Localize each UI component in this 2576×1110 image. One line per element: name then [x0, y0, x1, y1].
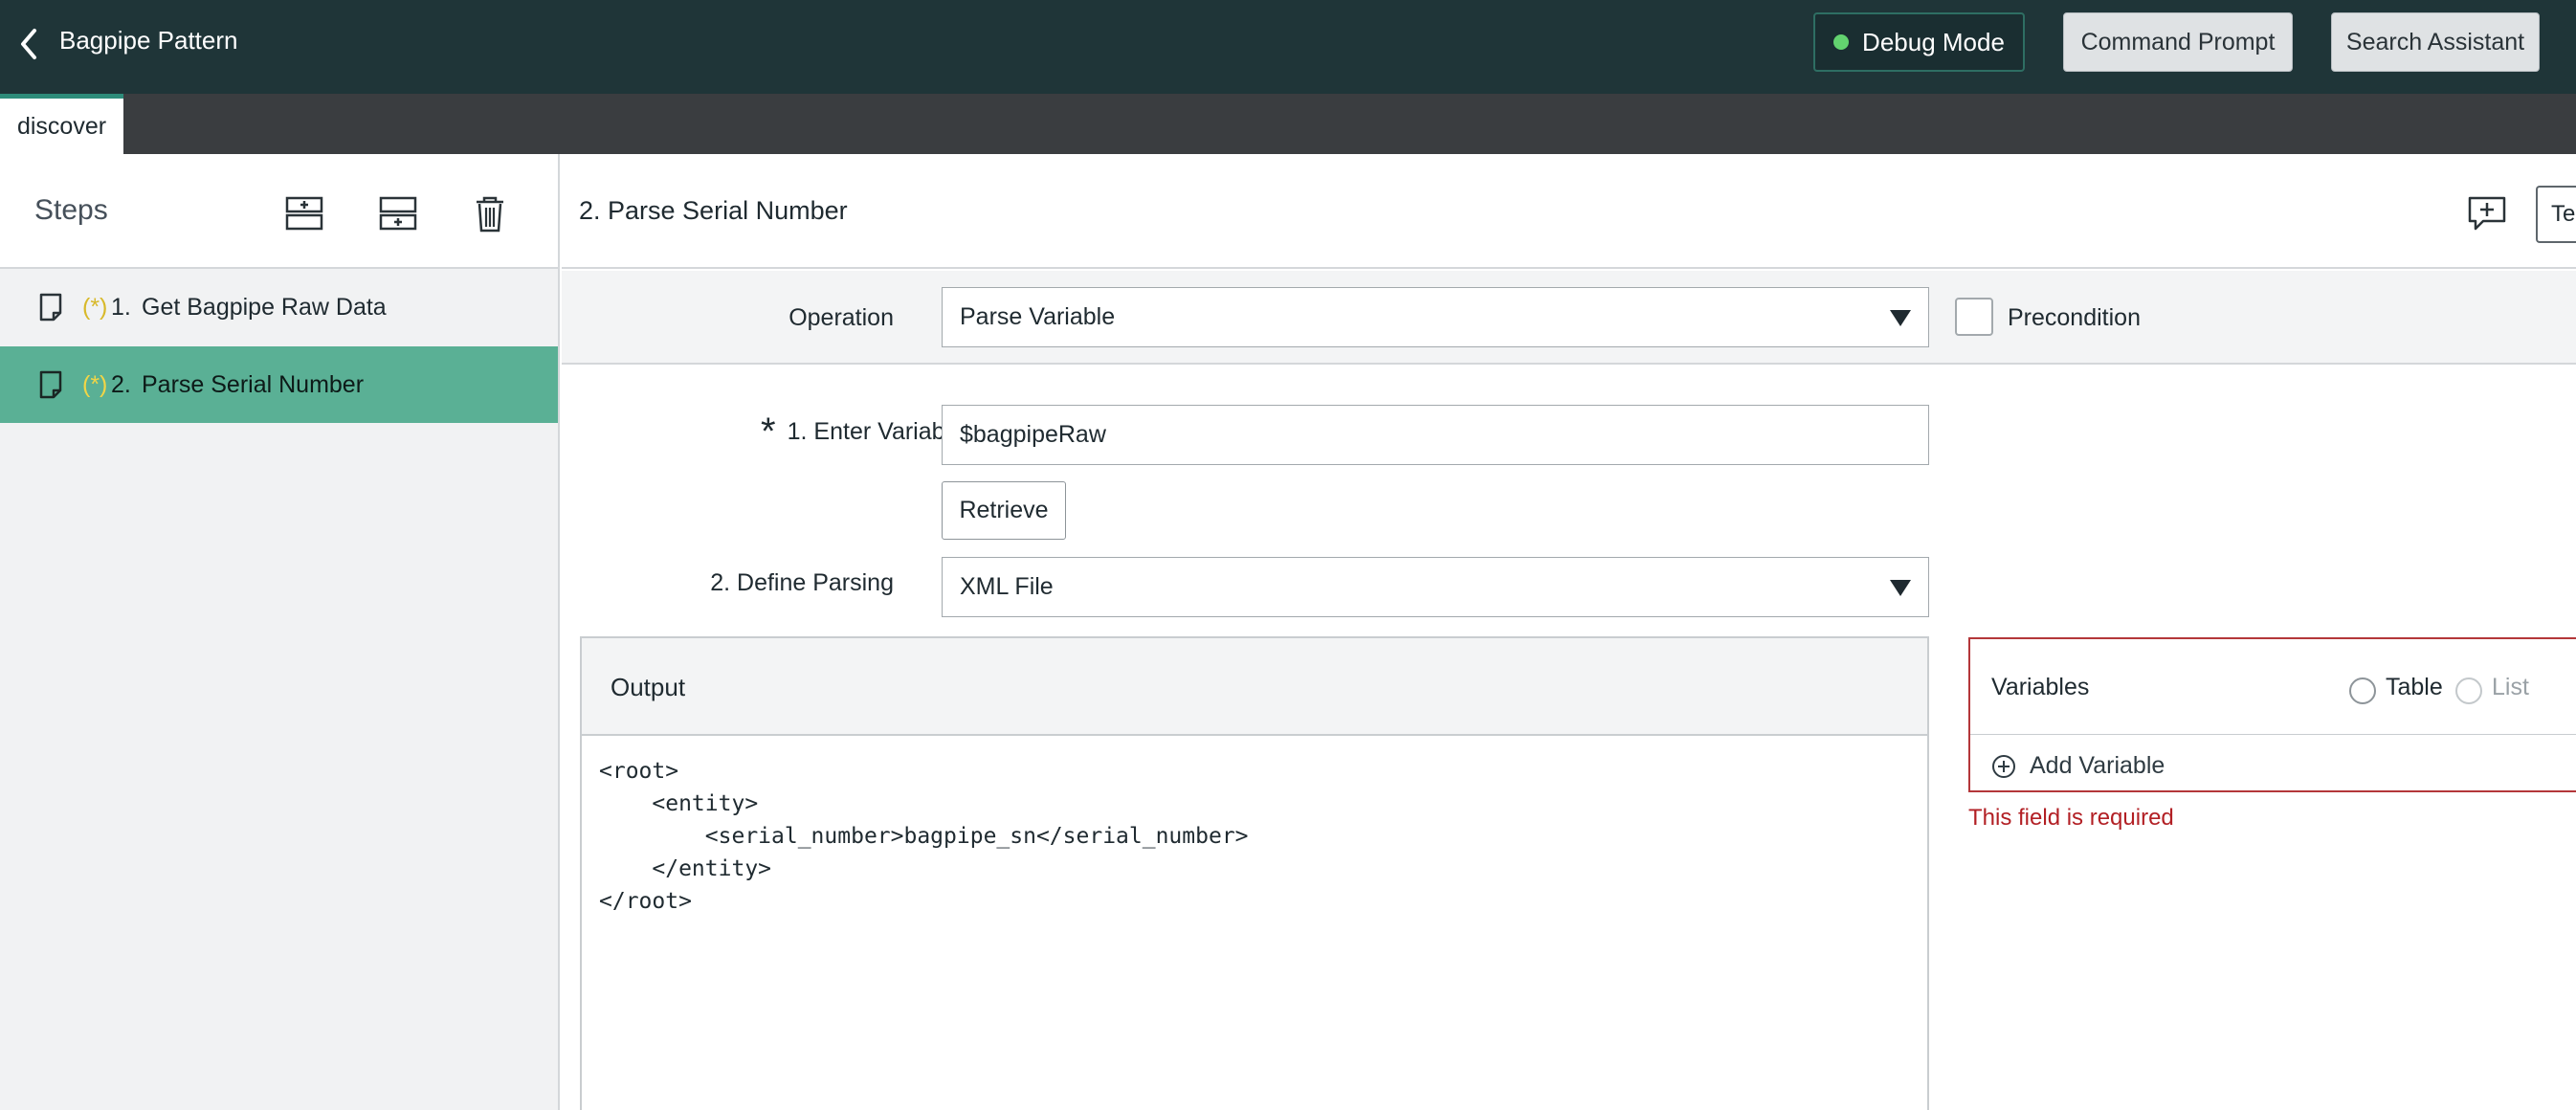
output-label: Output [611, 673, 686, 701]
enter-variable-label-group: * 1. Enter Variable [677, 411, 964, 453]
page-title: Bagpipe Pattern [59, 26, 238, 55]
step-item-2[interactable]: (*) 2. Parse Serial Number [0, 346, 558, 423]
document-icon [38, 292, 63, 329]
output-header: Output [582, 638, 1927, 736]
define-parsing-select[interactable]: XML File [942, 557, 1929, 617]
step-label: Parse Serial Number [142, 370, 365, 398]
status-dot-icon [1833, 34, 1850, 50]
operation-select[interactable]: Parse Variable [942, 287, 1929, 347]
precondition-checkbox[interactable] [1955, 298, 1993, 336]
step-label: Get Bagpipe Raw Data [142, 293, 387, 321]
precondition-label: Precondition [2008, 304, 2141, 331]
test-button[interactable]: Te [2536, 186, 2576, 243]
steps-sidebar: Steps (*) 1. Get Bagpipe Raw Data (*) 2.… [0, 154, 560, 1110]
table-radio-label: Table [2386, 674, 2443, 700]
enter-variable-input[interactable]: $bagpipeRaw [942, 405, 1929, 465]
operation-row: Operation Parse Variable Precondition [562, 271, 2576, 365]
steps-title: Steps [34, 194, 108, 226]
step-title: 2. Parse Serial Number [579, 196, 848, 225]
list-radio-label: List [2492, 674, 2529, 700]
debug-mode-label: Debug Mode [1862, 27, 2005, 56]
trash-icon[interactable] [469, 192, 511, 234]
define-parsing-label: 2. Define Parsing [710, 569, 894, 596]
add-circle-icon [1992, 754, 2015, 778]
retrieve-button[interactable]: Retrieve [942, 481, 1066, 540]
table-radio[interactable] [2349, 677, 2376, 704]
insert-step-below-icon[interactable] [377, 192, 419, 234]
step-editor-header: 2. Parse Serial Number Te [562, 154, 2576, 269]
step-marker: (*) [82, 293, 108, 321]
step-marker: (*) [82, 370, 108, 398]
dropdown-arrow-icon [1890, 580, 1911, 596]
debug-mode-button[interactable]: Debug Mode [1813, 12, 2025, 72]
steps-header: Steps [0, 154, 558, 269]
search-assistant-button[interactable]: Search Assistant [2331, 12, 2540, 72]
tab-discover[interactable]: discover [0, 94, 123, 154]
step-number: 1. [111, 293, 131, 321]
output-code[interactable]: <root> <entity> <serial_number>bagpipe_s… [599, 755, 1249, 918]
define-parsing-value: XML File [960, 573, 1054, 600]
top-header: Bagpipe Pattern Debug Mode Command Promp… [0, 0, 2576, 94]
list-radio[interactable] [2455, 677, 2482, 704]
add-comment-icon[interactable] [2466, 194, 2508, 237]
variables-label: Variables [1991, 674, 2090, 700]
step-editor: 2. Parse Serial Number Te Operation Pars… [562, 154, 2576, 1110]
dropdown-arrow-icon [1890, 310, 1911, 326]
variables-header: Variables Table List [1970, 639, 2576, 735]
operation-value: Parse Variable [960, 303, 1116, 330]
required-asterisk-icon: * [761, 411, 776, 453]
output-panel: Output <root> <entity> <serial_number>ba… [580, 636, 1929, 1110]
variables-panel: Variables Table List Add Variable [1968, 637, 2576, 792]
tab-bar: discover [0, 94, 2576, 154]
error-message: This field is required [1968, 805, 2174, 831]
document-icon [38, 369, 63, 407]
command-prompt-button[interactable]: Command Prompt [2063, 12, 2293, 72]
step-item-1[interactable]: (*) 1. Get Bagpipe Raw Data [0, 269, 558, 345]
add-variable-button[interactable]: Add Variable [1991, 752, 2165, 780]
back-chevron-icon[interactable] [15, 25, 44, 63]
operation-label: Operation [788, 304, 894, 331]
add-variable-label: Add Variable [2030, 752, 2165, 779]
step-number: 2. [111, 370, 131, 398]
insert-step-above-icon[interactable] [283, 192, 325, 234]
enter-variable-label: 1. Enter Variable [787, 417, 964, 445]
